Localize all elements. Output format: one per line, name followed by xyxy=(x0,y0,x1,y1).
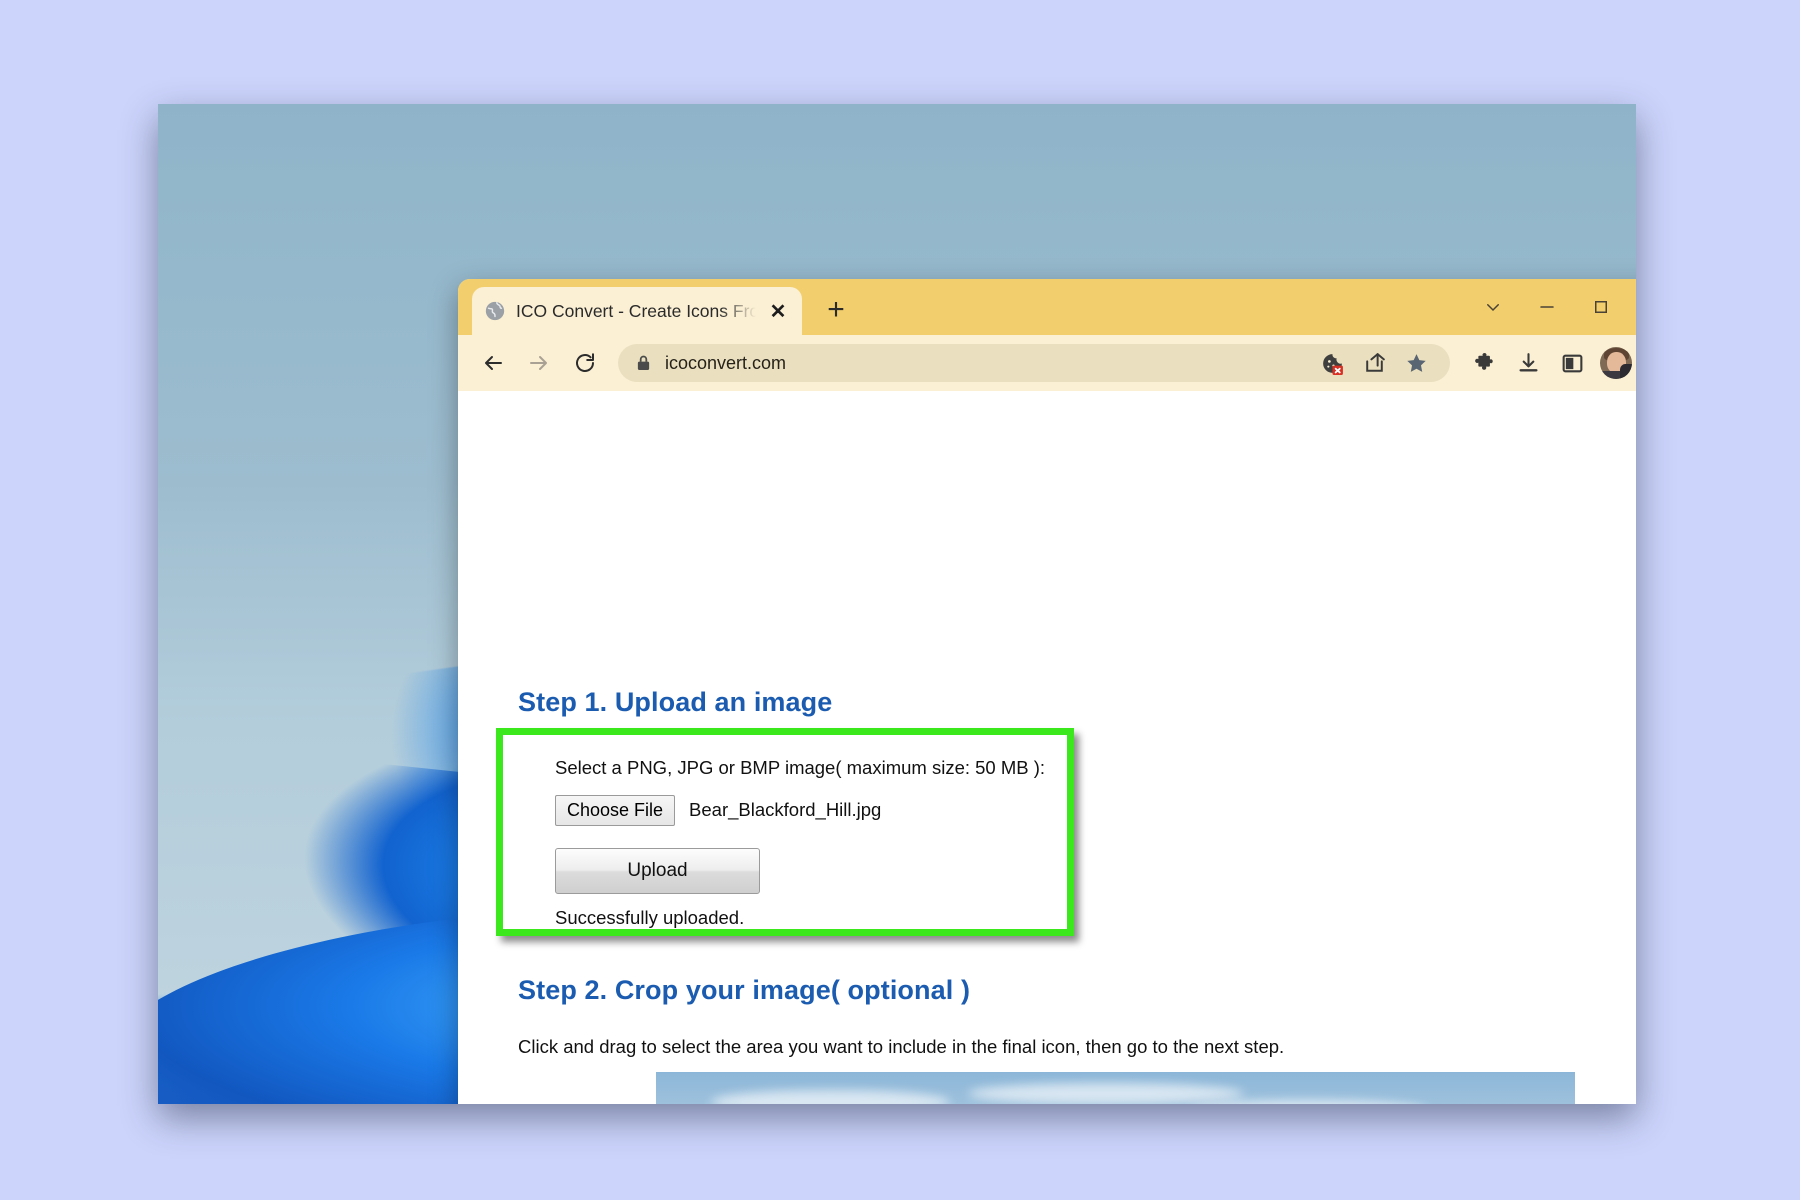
photo-cloud xyxy=(968,1083,1244,1104)
minimize-button[interactable] xyxy=(1520,279,1574,335)
page-content: Step 1. Upload an image Select a PNG, JP… xyxy=(458,391,1636,1104)
address-bar[interactable]: icoconvert.com xyxy=(618,344,1450,382)
cookie-blocked-icon[interactable] xyxy=(1318,349,1346,377)
step2-heading: Step 2. Crop your image( optional ) xyxy=(518,975,970,1006)
desktop-wallpaper: ICO Convert - Create Icons From ✕ + xyxy=(158,104,1636,1104)
page-viewport: Step 1. Upload an image Select a PNG, JP… xyxy=(458,391,1636,1104)
url-text[interactable]: icoconvert.com xyxy=(665,353,1304,374)
file-input-row: Choose File Bear_Blackford_Hill.jpg xyxy=(555,795,881,826)
back-button[interactable] xyxy=(472,342,514,384)
extensions-icon[interactable] xyxy=(1464,343,1504,383)
forward-button[interactable] xyxy=(518,342,560,384)
bookmark-star-icon[interactable] xyxy=(1402,349,1430,377)
download-icon[interactable] xyxy=(1508,343,1548,383)
avatar-shoulder xyxy=(1620,364,1632,379)
selected-file-name: Bear_Blackford_Hill.jpg xyxy=(689,799,881,821)
browser-tab[interactable]: ICO Convert - Create Icons From ✕ xyxy=(472,287,802,335)
browser-window: ICO Convert - Create Icons From ✕ + xyxy=(458,279,1636,1104)
window-controls xyxy=(1466,279,1636,335)
tab-title: ICO Convert - Create Icons From xyxy=(516,301,756,322)
upload-button[interactable]: Upload xyxy=(555,848,760,894)
crop-instruction: Click and drag to select the area you wa… xyxy=(518,1036,1284,1058)
profile-avatar[interactable] xyxy=(1600,347,1632,379)
share-icon[interactable] xyxy=(1360,349,1388,377)
upload-highlight-box: Select a PNG, JPG or BMP image( maximum … xyxy=(496,728,1074,936)
close-window-button[interactable] xyxy=(1628,279,1636,335)
reload-button[interactable] xyxy=(564,342,606,384)
omnibox-actions xyxy=(1318,349,1444,377)
upload-status-message: Successfully uploaded. xyxy=(555,907,744,929)
tab-strip: ICO Convert - Create Icons From ✕ + xyxy=(458,279,1636,335)
side-panel-icon[interactable] xyxy=(1552,343,1592,383)
step1-heading: Step 1. Upload an image xyxy=(518,687,832,718)
upload-instruction: Select a PNG, JPG or BMP image( maximum … xyxy=(555,757,1045,779)
new-tab-button[interactable]: + xyxy=(814,288,858,332)
browser-toolbar: icoconvert.com xyxy=(458,335,1636,391)
lock-icon xyxy=(636,354,651,372)
tab-search-button[interactable] xyxy=(1466,279,1520,335)
crop-image[interactable] xyxy=(656,1072,1575,1104)
globe-icon xyxy=(484,300,506,322)
maximize-button[interactable] xyxy=(1574,279,1628,335)
choose-file-button[interactable]: Choose File xyxy=(555,795,675,826)
tab-close-icon[interactable]: ✕ xyxy=(766,299,790,323)
web-page: Step 1. Upload an image Select a PNG, JP… xyxy=(458,391,1636,1104)
